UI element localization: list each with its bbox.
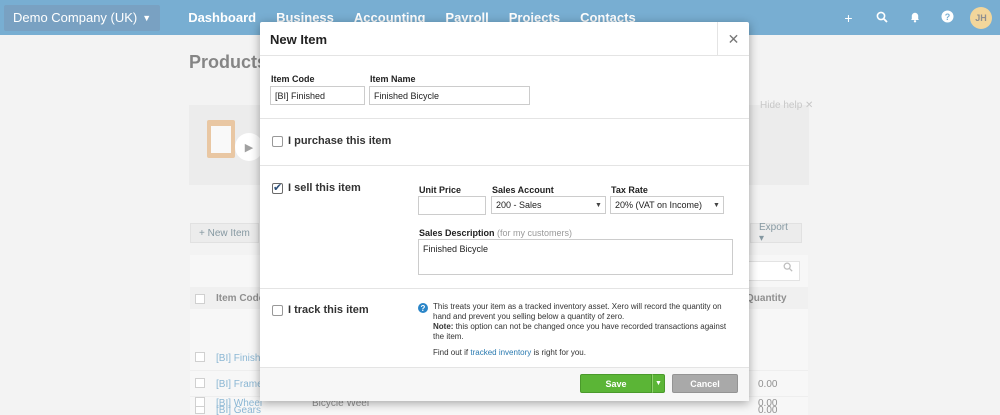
divider	[260, 165, 749, 166]
sell-checkbox-row[interactable]: I sell this item	[272, 181, 361, 194]
divider	[260, 288, 749, 289]
sales-account-select[interactable]: 200 - Sales ▼	[491, 196, 606, 214]
sell-checkbox[interactable]	[272, 181, 283, 194]
info-icon: ?	[418, 303, 428, 313]
divider	[260, 118, 749, 119]
track-checkbox-row[interactable]: I track this item	[272, 304, 369, 316]
tracked-inventory-link[interactable]: tracked inventory	[470, 348, 531, 357]
dialog-header: New Item ✕	[260, 22, 749, 56]
sales-description-input[interactable]: Finished Bicycle	[418, 239, 733, 275]
purchase-checkbox-row[interactable]: I purchase this item	[272, 135, 391, 147]
tax-rate-select[interactable]: 20% (VAT on Income) ▼	[610, 196, 724, 214]
close-icon[interactable]: ✕	[717, 22, 749, 56]
save-options-chevron-icon[interactable]: ▼	[652, 374, 665, 393]
chevron-down-icon: ▼	[713, 201, 720, 209]
dialog-footer: Save ▼ Cancel	[260, 367, 749, 401]
sell-label: I sell this item	[288, 182, 361, 194]
chevron-down-icon: ▼	[595, 201, 602, 209]
purchase-checkbox[interactable]	[272, 135, 283, 147]
cancel-button[interactable]: Cancel	[672, 374, 738, 393]
find-out-text: Find out if tracked inventory is right f…	[433, 348, 586, 357]
item-code-input[interactable]: [BI] Finished	[270, 86, 365, 105]
item-name-input[interactable]: Finished Bicycle	[369, 86, 530, 105]
sales-description-label: Sales Description (for my customers)	[419, 228, 573, 238]
dialog-title: New Item	[270, 32, 328, 47]
sales-account-label: Sales Account	[492, 185, 554, 195]
item-code-label: Item Code	[271, 74, 315, 84]
inventory-info-text: This treats your item as a tracked inven…	[433, 302, 727, 341]
item-name-label: Item Name	[370, 74, 416, 84]
track-checkbox[interactable]	[272, 304, 283, 316]
save-button[interactable]: Save	[580, 374, 652, 393]
purchase-label: I purchase this item	[288, 135, 392, 147]
unit-price-input[interactable]	[418, 196, 486, 215]
unit-price-label: Unit Price	[419, 185, 462, 195]
tax-rate-label: Tax Rate	[611, 185, 648, 195]
track-label: I track this item	[288, 304, 369, 316]
new-item-dialog: New Item ✕ Item Code [BI] Finished Item …	[260, 22, 749, 401]
